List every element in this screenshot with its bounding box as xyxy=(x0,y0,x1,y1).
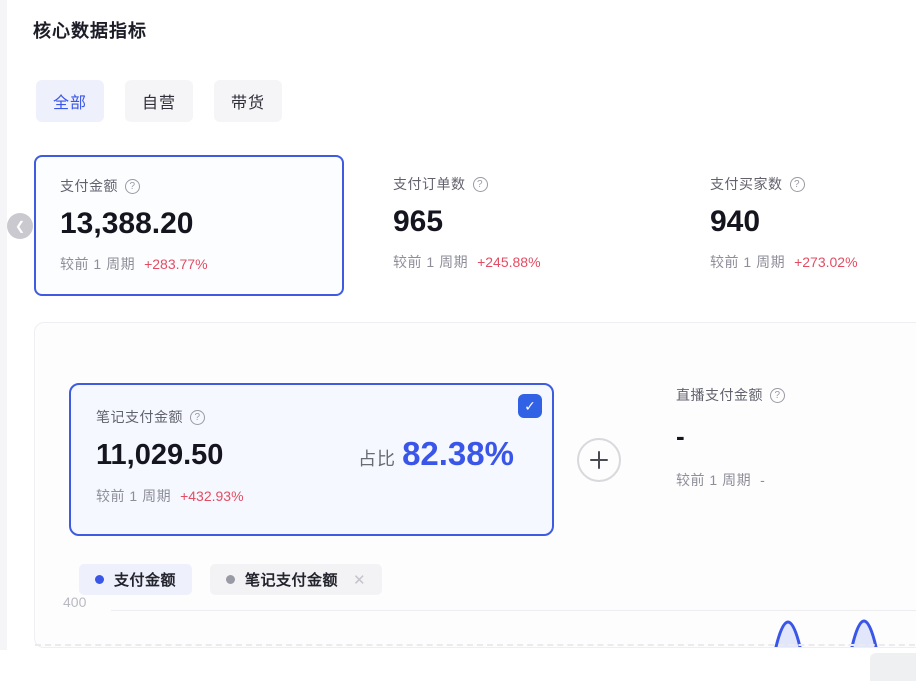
metric-label: 支付金额 xyxy=(60,176,118,196)
help-icon[interactable]: ? xyxy=(790,177,805,192)
legend-chip-payment-amount[interactable]: 支付金额 xyxy=(79,564,192,595)
tab-affiliate[interactable]: 带货 xyxy=(214,80,282,122)
left-edge-strip xyxy=(0,0,7,650)
legend-chip-note-payment[interactable]: 笔记支付金额 ✕ xyxy=(210,564,382,595)
metric-value: 940 xyxy=(710,205,892,239)
delta-value: +273.02% xyxy=(794,254,857,270)
compare-label: 较前 1 周期 xyxy=(60,254,135,274)
delta-value: - xyxy=(760,472,765,488)
y-axis-tick-400: 400 xyxy=(63,594,86,610)
gridline-400 xyxy=(111,610,916,611)
note-payment-card[interactable]: ✓ 笔记支付金额 ? 11,029.50 较前 1 周期 +432.93% 占比… xyxy=(69,383,554,536)
core-metrics-dashboard: 核心数据指标 全部 自营 带货 ❮ 支付金额 ? 13,388.20 较前 1 … xyxy=(0,0,916,681)
help-icon[interactable]: ? xyxy=(190,410,205,425)
compare-label: 较前 1 周期 xyxy=(393,252,468,272)
help-icon[interactable]: ? xyxy=(473,177,488,192)
metric-label: 支付订单数 xyxy=(393,174,466,194)
breakdown-panel: ✓ 笔记支付金额 ? 11,029.50 较前 1 周期 +432.93% 占比… xyxy=(34,322,916,648)
plus-icon xyxy=(588,449,610,471)
compare-label: 较前 1 周期 xyxy=(96,486,171,506)
ratio-value: 82.38% xyxy=(402,435,514,473)
live-payment-card[interactable]: 直播支付金额 ? - 较前 1 周期 - xyxy=(676,385,916,490)
series-dot-icon xyxy=(226,575,235,584)
close-icon[interactable]: ✕ xyxy=(353,571,366,589)
legend-label: 笔记支付金额 xyxy=(245,569,338,590)
chevron-left-icon: ❮ xyxy=(15,220,25,232)
metric-card-payment-buyers[interactable]: 支付买家数 ? 940 较前 1 周期 +273.02% xyxy=(685,155,916,296)
metric-value: 13,388.20 xyxy=(60,207,318,241)
delta-value: +432.93% xyxy=(180,488,243,504)
bottom-right-float xyxy=(870,653,916,681)
metric-label: 笔记支付金额 xyxy=(96,407,183,427)
tab-all[interactable]: 全部 xyxy=(36,80,104,122)
page-title: 核心数据指标 xyxy=(33,17,147,43)
metric-label: 支付买家数 xyxy=(710,174,783,194)
carousel-prev-button[interactable]: ❮ xyxy=(7,213,33,239)
checkbox-checked-icon[interactable]: ✓ xyxy=(518,394,542,418)
tab-self-operated[interactable]: 自营 xyxy=(125,80,193,122)
metric-value: - xyxy=(676,421,916,452)
metric-value: 965 xyxy=(393,205,644,239)
series-dot-icon xyxy=(95,575,104,584)
help-icon[interactable]: ? xyxy=(770,388,785,403)
chart-legend: 支付金额 笔记支付金额 ✕ xyxy=(79,564,382,595)
ratio-block: 占比 82.38% xyxy=(358,435,514,473)
metric-card-payment-amount[interactable]: 支付金额 ? 13,388.20 较前 1 周期 +283.77% xyxy=(34,155,344,296)
delta-value: +283.77% xyxy=(144,256,207,272)
ratio-label: 占比 xyxy=(358,445,396,471)
add-metric-button[interactable] xyxy=(577,438,621,482)
filter-tabs: 全部 自营 带货 xyxy=(36,80,282,122)
metric-card-payment-orders[interactable]: 支付订单数 ? 965 较前 1 周期 +245.88% xyxy=(368,155,668,296)
metric-label: 直播支付金额 xyxy=(676,385,763,405)
x-axis-dashed-line xyxy=(35,644,916,646)
compare-label: 较前 1 周期 xyxy=(710,252,785,272)
help-icon[interactable]: ? xyxy=(125,179,140,194)
legend-label: 支付金额 xyxy=(114,569,176,590)
payment-line-chart-fragment xyxy=(35,619,916,647)
compare-label: 较前 1 周期 xyxy=(676,470,751,490)
delta-value: +245.88% xyxy=(477,254,540,270)
